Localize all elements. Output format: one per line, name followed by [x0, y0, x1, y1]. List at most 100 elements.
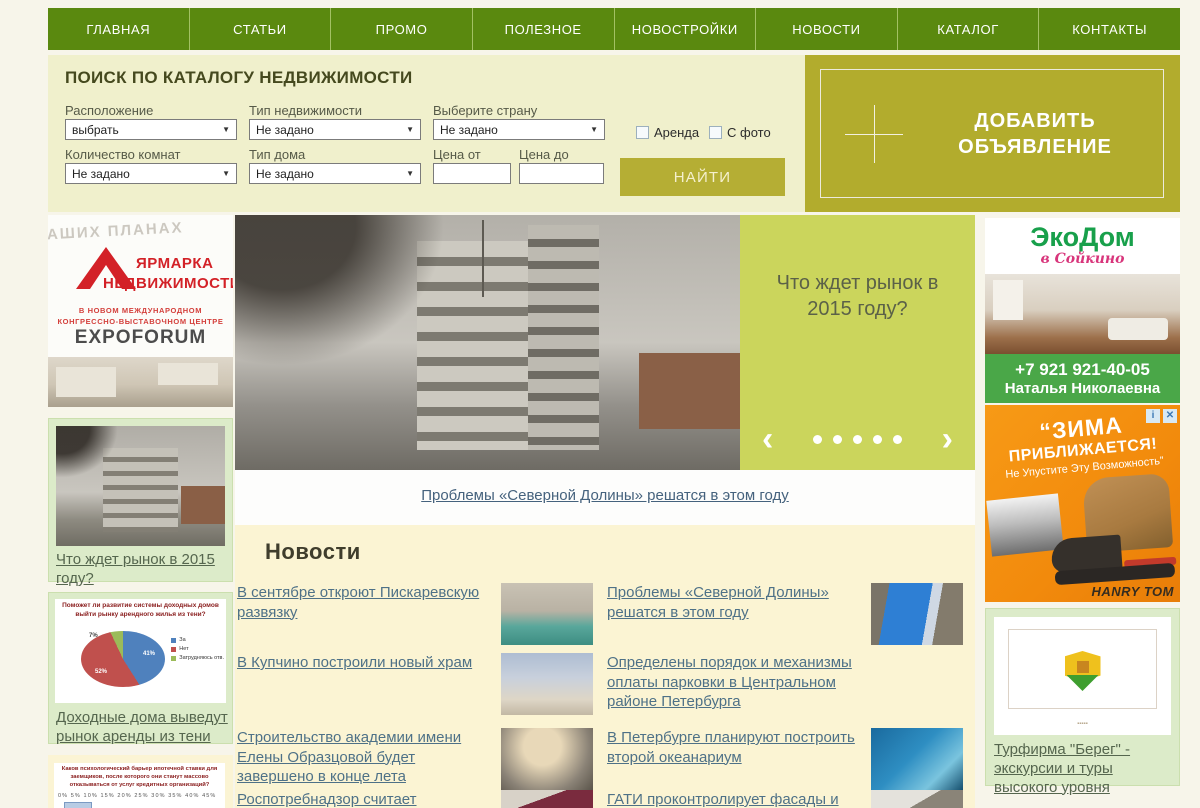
- nav-item-home[interactable]: ГЛАВНАЯ: [48, 8, 189, 50]
- news-thumb[interactable]: [871, 728, 963, 790]
- rooms-select[interactable]: Не задано ▼: [65, 163, 237, 184]
- add-listing-button[interactable]: ДОБАВИТЬ ОБЪЯВЛЕНИЕ: [805, 55, 1180, 212]
- carousel-dot[interactable]: [853, 435, 862, 444]
- news-link[interactable]: ГАТИ проконтролирует фасады и крыши: [607, 790, 863, 808]
- carousel-dot[interactable]: [813, 435, 822, 444]
- fair-ad-subtitle-line1: В НОВОМ МЕЖДУНАРОДНОМ: [48, 305, 233, 316]
- bereg-certificate-image[interactable]: ▪▪▪▪▪: [994, 617, 1171, 735]
- plus-icon: [845, 105, 903, 163]
- chevron-down-icon: ▼: [222, 169, 230, 178]
- location-select[interactable]: выбрать ▼: [65, 119, 237, 140]
- property-type-select[interactable]: Не задано ▼: [249, 119, 421, 140]
- carousel-text-panel: Что ждет рынок в 2015 году? ‹ ›: [740, 215, 975, 470]
- legend-label: За: [179, 637, 185, 643]
- bereg-link[interactable]: Турфирма "Берег" - экскурсии и туры высо…: [994, 741, 1172, 797]
- ecodom-contact-name: Наталья Николаевна: [985, 380, 1180, 397]
- nav-item-news[interactable]: НОВОСТИ: [755, 8, 897, 50]
- carousel-headline[interactable]: Что ждет рынок в 2015 году?: [762, 270, 953, 322]
- news-thumb[interactable]: [501, 653, 593, 715]
- news-link[interactable]: В Петербурге планируют построить второй …: [607, 728, 863, 767]
- carousel-slide-photo[interactable]: [235, 215, 740, 470]
- news-item: Роспотребнадзор считает необходимым: [235, 790, 605, 808]
- news-item: ГАТИ проконтролирует фасады и крыши: [605, 790, 975, 808]
- pie-value-label: 41%: [143, 651, 155, 657]
- ecodom-contact-band: +7 921 921-40-05 Наталья Николаевна: [985, 354, 1180, 403]
- pie-value-label: 7%: [89, 633, 98, 639]
- bereg-logo-icon: [1065, 651, 1101, 691]
- property-type-select-value: Не задано: [256, 123, 314, 137]
- market-outlook-link[interactable]: Что ждет рынок в 2015 году?: [56, 551, 226, 589]
- rental-market-article-link[interactable]: Доходные дома выведут рынок аренды из те…: [56, 709, 228, 747]
- ecodom-subtitle: в Сойкино: [985, 251, 1180, 267]
- catalog-search-panel: ПОИСК ПО КАТАЛОГУ НЕДВИЖИМОСТИ Расположе…: [48, 55, 805, 212]
- rent-checkbox[interactable]: Аренда: [636, 125, 699, 140]
- news-section: Новости В сентябре откроют Пискаревскую …: [235, 525, 975, 808]
- price-to-input[interactable]: [519, 163, 604, 184]
- hiking-boot-image: [1046, 473, 1180, 592]
- search-panel-title: ПОИСК ПО КАТАЛОГУ НЕДВИЖИМОСТИ: [65, 68, 413, 88]
- bar-chart-axis: 0% 5% 10% 15% 20% 25% 30% 35% 40% 45%: [58, 793, 223, 799]
- ecodom-brand: ЭкоДом: [985, 222, 1180, 253]
- poll-pie-widget: Поможет ли развитие системы доходных дом…: [48, 592, 233, 744]
- ecodom-ad[interactable]: ЭкоДом в Сойкино +7 921 921-40-05 Наталь…: [985, 218, 1180, 403]
- news-item: Проблемы «Северной Долины» решатся в это…: [605, 583, 975, 653]
- house-type-select-value: Не задано: [256, 167, 314, 181]
- carousel-dot[interactable]: [873, 435, 882, 444]
- winter-boots-ad[interactable]: i ✕ “ЗИМА ПРИБЛИЖАЕТСЯ! Не Упустите Эту …: [985, 405, 1180, 602]
- expoforum-fair-ad[interactable]: НАШИХ ПЛАНАХ ЯРМАРКА НЕДВИЖИМОСТИ В НОВО…: [48, 215, 233, 407]
- news-link[interactable]: Проблемы «Северной Долины» решатся в это…: [607, 583, 863, 622]
- carousel-caption-strip: Проблемы «Северной Долины» решатся в это…: [235, 470, 975, 525]
- news-link[interactable]: Роспотребнадзор считает необходимым: [237, 790, 493, 808]
- with-photo-checkbox-label: С фото: [727, 125, 771, 140]
- news-thumb[interactable]: [501, 728, 593, 790]
- house-type-select[interactable]: Не задано ▼: [249, 163, 421, 184]
- certificate-footer-mark: ▪▪▪▪▪: [994, 721, 1171, 727]
- carousel-dot[interactable]: [833, 435, 842, 444]
- with-photo-checkbox[interactable]: С фото: [709, 125, 771, 140]
- news-thumb[interactable]: [871, 583, 963, 645]
- news-item: Определены порядок и механизмы оплаты па…: [605, 653, 975, 723]
- legend-swatch: [171, 638, 176, 643]
- construction-photo-thumb[interactable]: [56, 426, 225, 546]
- nav-item-catalog[interactable]: КАТАЛОГ: [897, 8, 1039, 50]
- side-building: [181, 486, 225, 524]
- checkbox-icon: [709, 126, 722, 139]
- news-link[interactable]: В Купчино построили новый храм: [237, 653, 493, 673]
- price-from-input[interactable]: [433, 163, 511, 184]
- building-shape: [158, 363, 218, 385]
- news-thumb[interactable]: [501, 583, 593, 645]
- nav-item-promo[interactable]: ПРОМО: [330, 8, 472, 50]
- news-item: В Купчино построили новый храм: [235, 653, 605, 723]
- crane-silhouette: [482, 220, 484, 297]
- bereg-tour-widget: ▪▪▪▪▪ Турфирма "Берег" - экскурсии и тур…: [985, 608, 1180, 786]
- side-building: [639, 353, 740, 430]
- nav-item-contacts[interactable]: КОНТАКТЫ: [1038, 8, 1180, 50]
- country-select[interactable]: Не задано ▼: [433, 119, 605, 140]
- logo-house-shape: [1077, 661, 1089, 673]
- market-outlook-widget: Что ждет рынок в 2015 году?: [48, 418, 233, 582]
- news-thumb[interactable]: [871, 653, 963, 715]
- news-thumb[interactable]: [871, 790, 963, 808]
- news-thumb[interactable]: [501, 790, 593, 808]
- news-link[interactable]: Строительство академии имени Елены Образ…: [237, 728, 493, 787]
- fair-ad-venue: EXPOFORUM: [48, 327, 233, 349]
- nav-item-useful[interactable]: ПОЛЕЗНОЕ: [472, 8, 614, 50]
- fair-ad-subtitle-line2: КОНГРЕССНО-ВЫСТАВОЧНОМ ЦЕНТРЕ: [48, 316, 233, 327]
- chevron-down-icon: ▼: [590, 125, 598, 134]
- chevron-down-icon: ▼: [406, 125, 414, 134]
- building-shape: [56, 367, 116, 397]
- fair-brand-line1: ЯРМАРКА: [136, 255, 213, 272]
- house-type-label: Тип дома: [249, 147, 305, 162]
- fair-brand-line2: НЕДВИЖИМОСТИ: [103, 275, 233, 292]
- nav-item-articles[interactable]: СТАТЬИ: [189, 8, 331, 50]
- carousel-dot[interactable]: [893, 435, 902, 444]
- news-link[interactable]: Определены порядок и механизмы оплаты па…: [607, 653, 863, 712]
- country-select-value: Не задано: [440, 123, 498, 137]
- pie-chart-title: Поможет ли развитие системы доходных дом…: [57, 602, 224, 620]
- find-button[interactable]: НАЙТИ: [620, 158, 785, 196]
- carousel-caption-link[interactable]: Проблемы «Северной Долины» решатся в это…: [235, 487, 975, 504]
- news-link[interactable]: В сентябре откроют Пискаревскую развязку: [237, 583, 493, 622]
- nav-item-newbuildings[interactable]: НОВОСТРОЙКИ: [614, 8, 756, 50]
- rooms-select-value: Не задано: [72, 167, 130, 181]
- property-type-label: Тип недвижимости: [249, 103, 362, 118]
